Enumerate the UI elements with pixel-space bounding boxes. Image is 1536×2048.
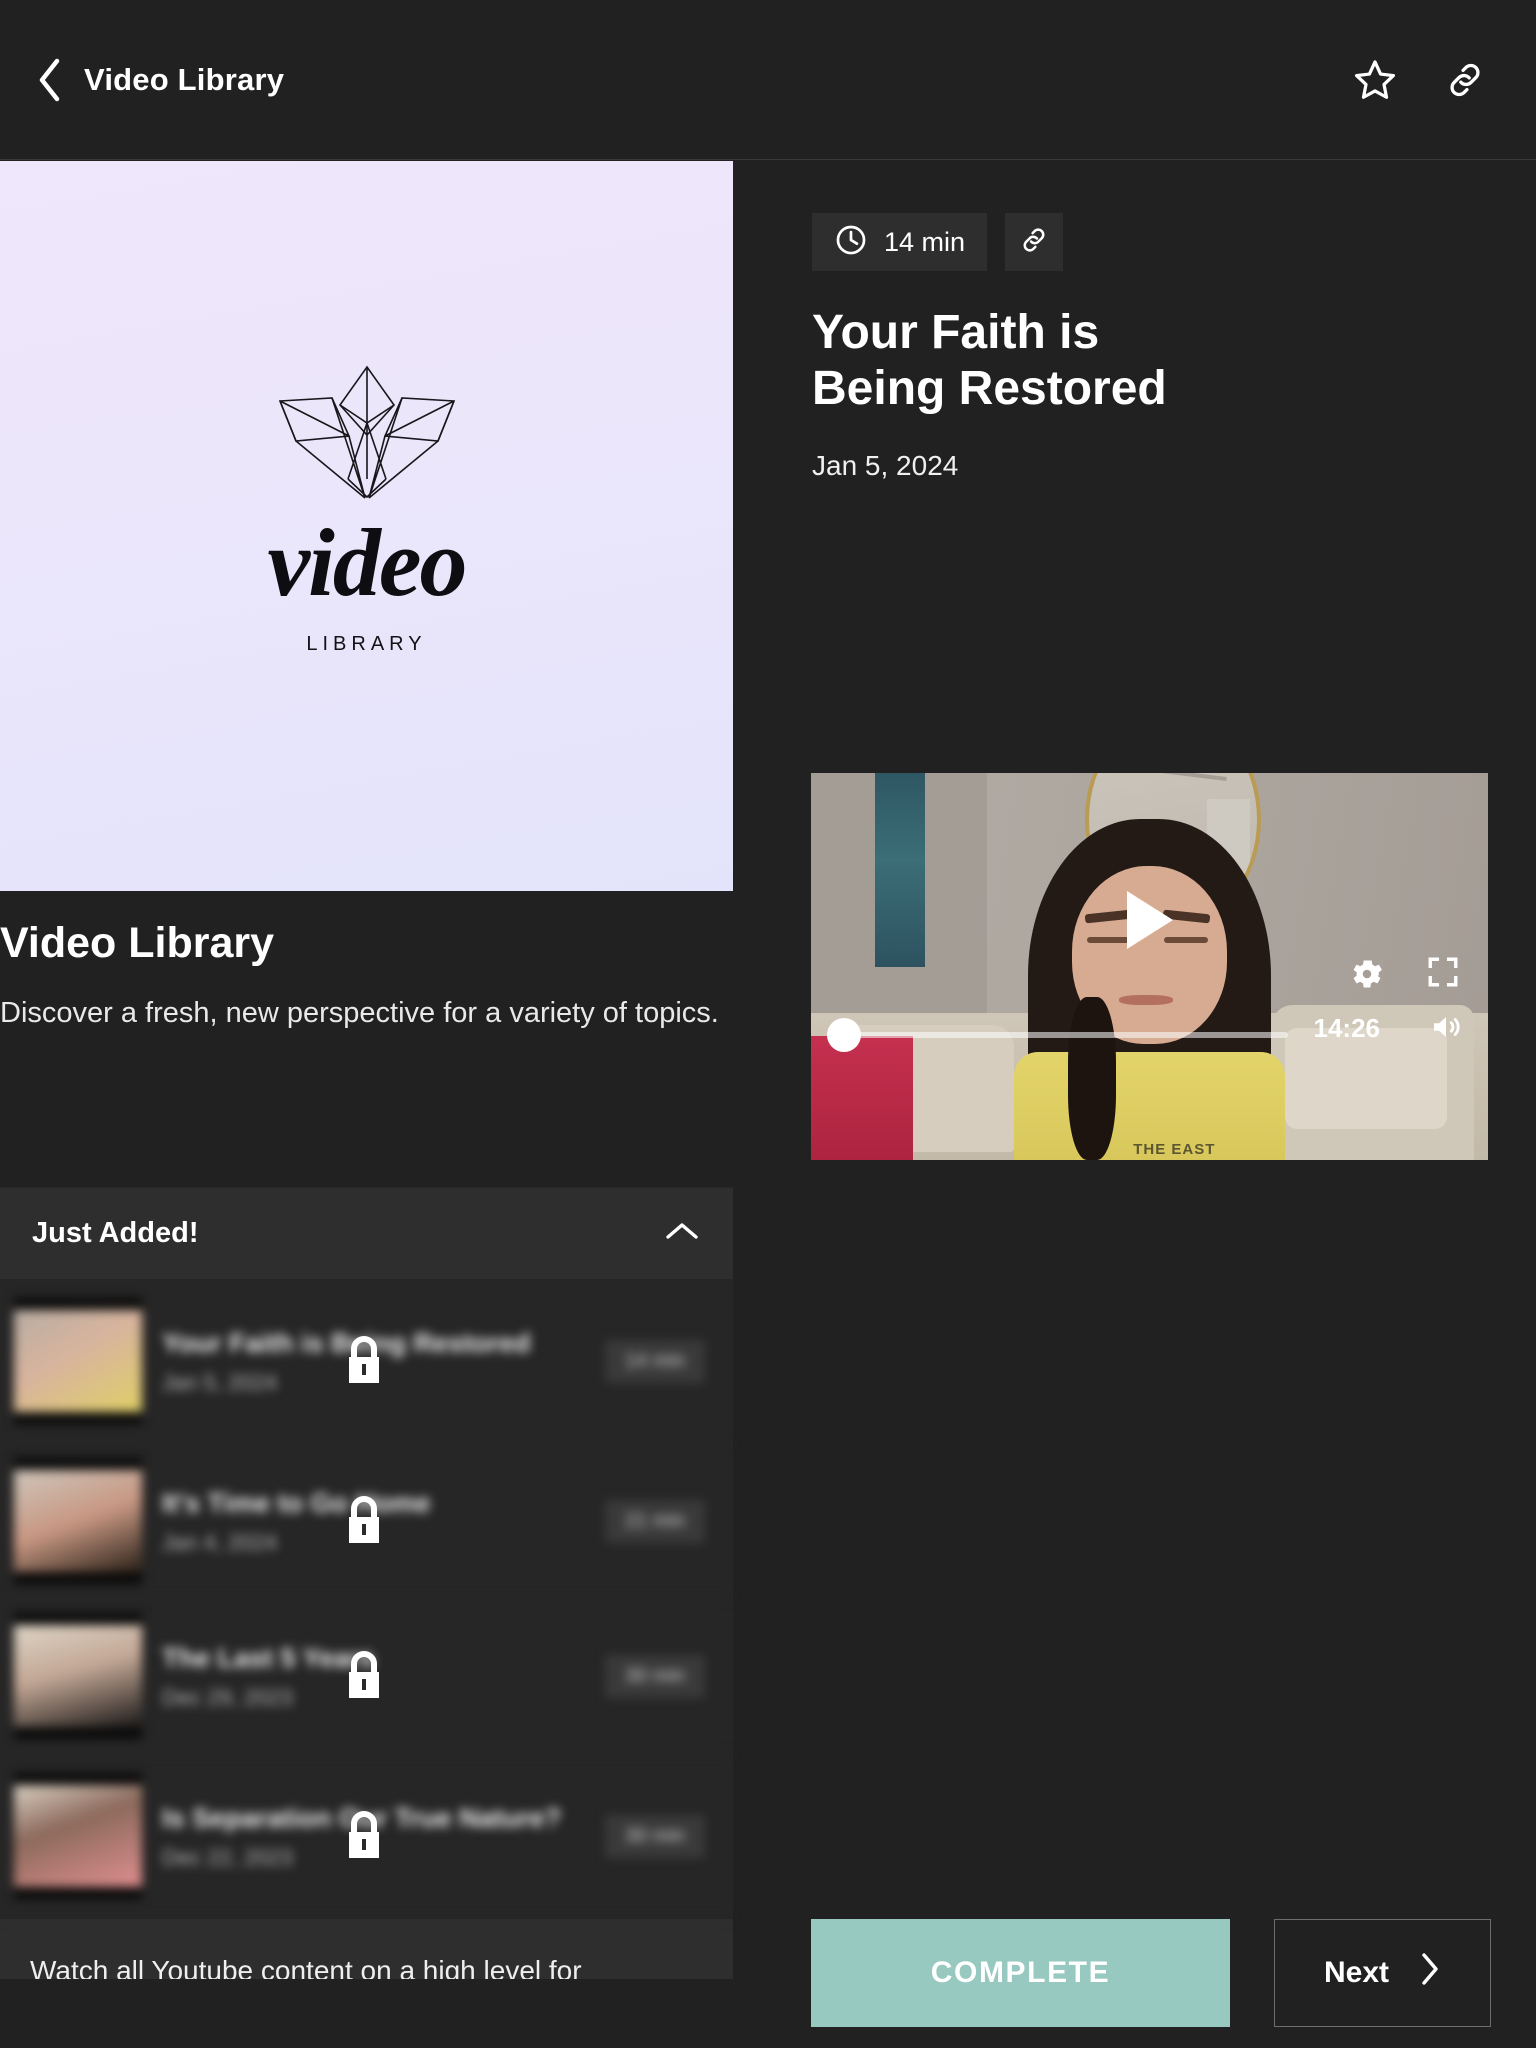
shirt-text: THE EAST — [1133, 1140, 1216, 1158]
lock-icon — [349, 1810, 379, 1858]
list-item-duration: 30 min — [604, 1814, 705, 1858]
yellow-shirt: THE EAST — [1014, 1051, 1285, 1160]
course-description: Discover a fresh, new perspective for a … — [0, 997, 719, 1030]
topbar-left-group: Video Library — [36, 58, 284, 102]
accordion-header[interactable]: Just Added! — [0, 1187, 733, 1279]
video-date: Jan 5, 2024 — [812, 450, 959, 482]
lock-icon — [349, 1495, 379, 1543]
gear-icon[interactable] — [1348, 955, 1386, 993]
list-item[interactable]: Your Faith is Being Restored Jan 5, 2024… — [0, 1279, 733, 1444]
volume-icon[interactable] — [1428, 1009, 1464, 1045]
logo-wordmark: video — [267, 509, 468, 616]
list-item-duration: 21 min — [604, 1499, 705, 1543]
clock-icon — [834, 223, 868, 262]
lock-icon — [349, 1335, 379, 1383]
left-column: video LIBRARY Video Library Discover a f… — [0, 161, 733, 2048]
list-item[interactable]: It's Time to Go Home Jan 4, 2024 21 min — [0, 1444, 733, 1599]
video-title: Your Faith is Being Restored — [812, 306, 1167, 415]
next-button[interactable]: Next — [1274, 1919, 1491, 2027]
video-frame: THE EAST — [811, 773, 1488, 1160]
list-item[interactable]: The Last 5 Years Dec 29, 2023 30 min — [0, 1599, 733, 1754]
course-title: Video Library — [0, 919, 275, 967]
list-item-duration: 30 min — [604, 1654, 705, 1698]
course-text-block: Video Library Discover a fresh, new pers… — [0, 891, 733, 1033]
progress-handle[interactable] — [827, 1018, 861, 1052]
top-app-bar: Video Library — [0, 0, 1536, 160]
video-thumbnail — [14, 1613, 142, 1739]
logo-subtext: LIBRARY — [306, 633, 427, 655]
list-item[interactable]: Is Separation Our True Nature? Dec 22, 2… — [0, 1754, 733, 1919]
complete-button[interactable]: COMPLETE — [811, 1919, 1230, 2027]
video-thumbnail — [14, 1773, 142, 1899]
next-button-label: Next — [1323, 1956, 1390, 1989]
share-video-button[interactable] — [1005, 213, 1064, 271]
red-pillow — [811, 1036, 913, 1160]
course-hero-image: video LIBRARY — [0, 161, 733, 891]
link-icon[interactable] — [1444, 59, 1486, 101]
content-area: video LIBRARY Video Library Discover a f… — [0, 161, 1536, 2048]
link-icon — [1019, 225, 1049, 260]
back-chevron-icon[interactable] — [36, 58, 62, 102]
page-title: Video Library — [84, 61, 285, 97]
accordion-title: Just Added! — [32, 1217, 199, 1249]
video-meta-row: 14 min — [733, 161, 1536, 271]
accordion-footer-note: Watch all Youtube content on a high leve… — [0, 1919, 733, 1979]
progress-bar[interactable] — [835, 1032, 1288, 1038]
topbar-actions — [1352, 57, 1500, 103]
wall-hanging — [875, 773, 926, 967]
play-icon[interactable] — [1126, 891, 1173, 950]
duration-label: 14 min — [884, 226, 966, 257]
duration-chip: 14 min — [812, 213, 988, 271]
video-player[interactable]: THE EAST 14:26 — [811, 773, 1488, 1160]
chevron-up-icon[interactable] — [663, 1219, 701, 1248]
list-item-duration: 14 min — [604, 1339, 705, 1383]
fullscreen-icon[interactable] — [1426, 955, 1460, 989]
star-icon[interactable] — [1352, 57, 1398, 103]
time-remaining: 14:26 — [1313, 1013, 1381, 1043]
video-thumbnail — [14, 1458, 142, 1584]
video-thumbnail — [14, 1298, 142, 1424]
just-added-accordion: Just Added! Your Faith is Being Restored… — [0, 1187, 733, 1979]
accordion-body: Your Faith is Being Restored Jan 5, 2024… — [0, 1279, 733, 1979]
lesson-actions: COMPLETE Next — [811, 1919, 1491, 2027]
chevron-right-icon — [1419, 1951, 1441, 1995]
footer-note-text: Watch all Youtube content on a high leve… — [30, 1955, 582, 1979]
lock-icon — [349, 1650, 379, 1698]
crystal-leaf-icon — [278, 365, 455, 499]
video-library-logo: video LIBRARY — [237, 361, 497, 691]
